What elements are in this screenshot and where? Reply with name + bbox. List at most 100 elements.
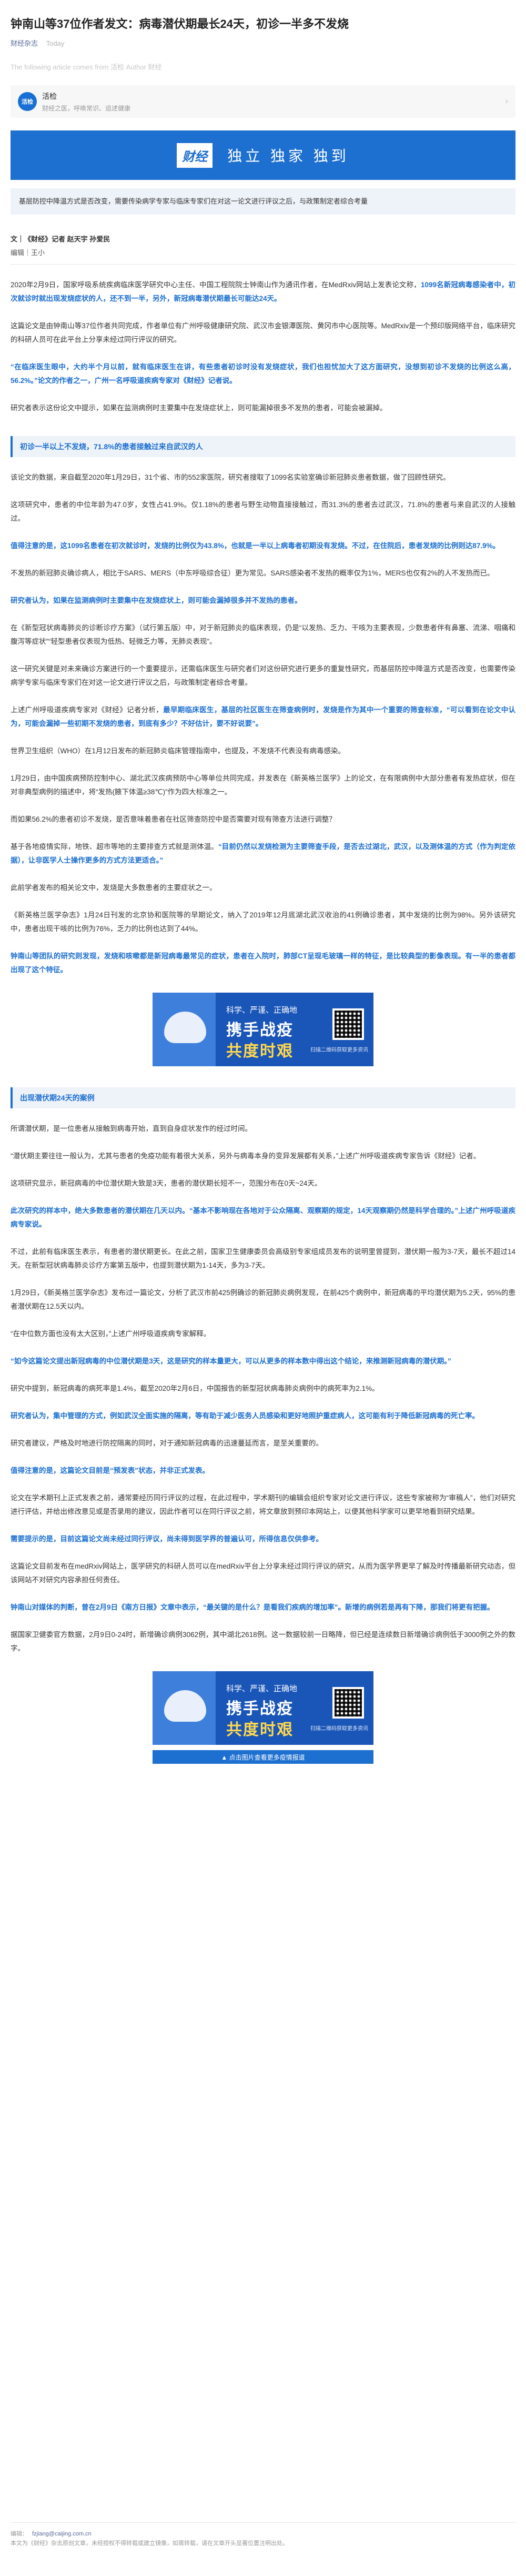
paragraph: 钟南山对媒体的判断，曾在2月9日《南方日报》文章中表示，“最关键的是什么？是看我… — [11, 1601, 515, 1614]
paragraph-highlight: 研究者认为，集中管理的方式，例如武汉全面实施的隔离，等有助于减少医务人员感染和更… — [11, 1412, 479, 1420]
account-card[interactable]: 活检 活检 财经之医，呼唤常识、追述健康 › — [11, 85, 515, 118]
paragraph: 据国家卫健委官方数据，2月9日0-24时，新增确诊病例3062例，其中湖北261… — [11, 1628, 515, 1655]
paragraph: 研究者表示这份论文中提示，如果在监测病例时主要集中在发烧症状上，则可能漏掉很多不… — [11, 401, 515, 415]
paragraph: 研究者建议，严格及时地进行防控隔离的同时，对于通知新冠病毒的迅速蔓延而言，是至关… — [11, 1437, 515, 1450]
paragraph-text: 2020年2月9日，国家呼吸系统疾病临床医学研究中心主任、中国工程院院士钟南山作… — [11, 281, 421, 289]
paragraph-highlight: 钟南山等团队的研究则发现，发烧和咳嗽都是新冠病毒最常见的症状，患者在入院时，肺部… — [11, 952, 515, 974]
paragraph-text: 研究者表示这份论文中提示，如果在监测病例时主要集中在发烧症状上，则可能漏掉很多不… — [11, 404, 387, 412]
paragraph-text: 基于各地疫情实际，地铁、超市等地的主要排查方式就是测体温。 — [11, 843, 218, 851]
paragraph: 此次研究的样本中，绝大多数患者的潜伏期在几天以内。“基本不影响现在各地对于公众隔… — [11, 1204, 515, 1231]
paragraph: “在中位数方面也没有太大区别，”上述广州呼吸道疾病专家解释。 — [11, 1327, 515, 1341]
paragraph-text: 《新英格兰医学杂志》1月24日刊发的北京协和医院等的早期论文，纳入了2019年1… — [11, 911, 515, 933]
paragraph-text: 不过，此前有临床医生表示，有患者的潜伏期更长。在此之前，国家卫生健康委员会高级别… — [11, 1248, 515, 1269]
paragraph: 需要提示的是，目前这篇论文尚未经过同行评议，尚未得到医学界的普遍认可，所得信息仅… — [11, 1532, 515, 1546]
paragraph: 《新英格兰医学杂志》1月24日刊发的北京协和医院等的早期论文，纳入了2019年1… — [11, 908, 515, 936]
ad-caption-link[interactable]: ▲ 点击图片查看更多疫情报道 — [153, 1750, 373, 1764]
paragraph-text: 这项研究显示，新冠病毒的中位潜伏期大致是3天，患者的潜伏期长短不一，范围分布在0… — [11, 1179, 322, 1187]
byline: 文｜《财经》记者 赵天宇 孙爱民 编辑｜王小 — [11, 233, 515, 260]
paragraph: 所谓潜伏期，是一位患者从接触到病毒开始，直到自身症状发作的经过时间。 — [11, 1122, 515, 1136]
paragraph-text: 而如果56.2%的患者初诊不发烧，是否意味着患者在社区筛查防控中是否需要对现有筛… — [11, 815, 336, 823]
paragraph-highlight: “在临床医生眼中，大约半个月以前，就有临床医生在讲，有些患者初诊时没有发烧症状，… — [11, 363, 515, 385]
promo-ad-1[interactable]: 科学、严谨、正确地 携手战疫 共度时艰 扫描二维码获取更多资讯 — [153, 993, 373, 1066]
byline-editor: 编辑｜王小 — [11, 249, 45, 257]
paragraph: 钟南山等团队的研究则发现，发烧和咳嗽都是新冠病毒最常见的症状，患者在入院时，肺部… — [11, 949, 515, 977]
paragraph-text: “潜伏期主要往往一般认为，尤其与患者的免疫功能有着很大关系，另外与病毒本身的变异… — [11, 1152, 481, 1160]
article-header: 钟南山等37位作者发文：病毒潜伏期最长24天，初诊一半多不发烧 财经杂志 Tod… — [0, 0, 526, 72]
publish-date: Today — [46, 39, 65, 47]
ad-line-1: 科学、严谨、正确地 — [226, 1006, 298, 1015]
paragraph: 这项研究中，患者的中位年龄为47.0岁，女性占41.9%。仅1.18%的患者与野… — [11, 498, 515, 526]
paragraph: 值得注意的是，这1099名患者在初次就诊时，发烧的比例仅为43.8%，也就是一半… — [11, 539, 515, 553]
section-heading-2: 出现潜伏期24天的案例 — [11, 1087, 515, 1108]
footer-email-link[interactable]: fzjiang@caijing.com.cn — [32, 2529, 92, 2539]
paragraph: 这篇论文目前发布在medRxiv网站上，医学研究的科研人员可以在medRxiv平… — [11, 1560, 515, 1587]
paragraph-text: 1月29日，由中国疾病预防控制中心、湖北武汉疾病预防中心等单位共同完成，并发表在… — [11, 774, 515, 796]
paragraph-highlight: 研究者认为，如果在监测病例时主要集中在发烧症状上，则可能会漏掉很多并不发热的患者… — [11, 597, 302, 604]
ad-line-3: 共度时艰 — [226, 1721, 294, 1739]
paragraph: 而如果56.2%的患者初诊不发烧，是否意味着患者在社区筛查防控中是否需要对现有筛… — [11, 813, 515, 826]
paragraph-text: 研究者建议，严格及时地进行防控隔离的同时，对于通知新冠病毒的迅速蔓延而言，是至关… — [11, 1439, 323, 1447]
paragraph: 值得注意的是，这篇论文目前是“预发表”状态，并非正式发表。 — [11, 1464, 515, 1478]
promo-ad-2[interactable]: 科学、严谨、正确地 携手战疫 共度时艰 扫描二维码获取更多资讯 — [153, 1671, 373, 1745]
footer-copyright: 本文为《财经》杂志原创文章，未经授权不得转载或建立镜像，如需转载，请在文章开头显… — [11, 2540, 288, 2547]
paragraph: 2020年2月9日，国家呼吸系统疾病临床医学研究中心主任、中国工程院院士钟南山作… — [11, 278, 515, 306]
paragraph-highlight: “如今这篇论文提出新冠病毒的中位潜伏期是3天，这是研究的样本量更大，可以从更多的… — [11, 1357, 451, 1365]
brand-logo: 财经 — [177, 143, 213, 168]
ad-line-2: 携手战疫 — [226, 1022, 294, 1039]
paragraph-text: 这篇论文是由钟南山等37位作者共同完成，作者单位有广州呼吸健康研究院、武汉市金银… — [11, 322, 515, 344]
account-info: 活检 财经之医，呼唤常识、追述健康 — [42, 91, 505, 113]
paragraph: 研究者认为，如果在监测病例时主要集中在发烧症状上，则可能会漏掉很多并不发热的患者… — [11, 594, 515, 608]
paragraph: 世界卫生组织（WHO）在1月12日发布的新冠肺炎临床管理指南中，也提及，不发烧不… — [11, 744, 515, 758]
paragraph: 这篇论文是由钟南山等37位作者共同完成，作者单位有广州呼吸健康研究院、武汉市金银… — [11, 319, 515, 347]
paragraph-text: 不发热的新冠肺炎确诊病人，相比于SARS、MERS（中东呼吸综合征）更为常见。S… — [11, 569, 494, 577]
paragraph: 在《新型冠状病毒肺炎的诊断诊疗方案》（试行第五版）中，对于新冠肺炎的临床表现，仍… — [11, 621, 515, 649]
paragraph-highlight: 需要提示的是，目前这篇论文尚未经过同行评议，尚未得到医学界的普遍认可，所得信息仅… — [11, 1535, 323, 1543]
ad-line-3: 共度时艰 — [226, 1043, 294, 1060]
paragraph-block-2: 该论文的数据，来自截至2020年1月29日，31个省、市的552家医院，研究者搜… — [0, 471, 526, 977]
paragraph: “在临床医生眼中，大约半个月以前，就有临床医生在讲，有些患者初诊时没有发烧症状，… — [11, 360, 515, 388]
paragraph-text: 这篇论文目前发布在medRxiv网站上，医学研究的科研人员可以在medRxiv平… — [11, 1562, 515, 1584]
paragraph-text: 1月29日，《新英格兰医学杂志》发布过一篇论文，分析了武汉市前425例确诊的新冠… — [11, 1289, 515, 1310]
paragraph-text: “在中位数方面也没有太大区别，”上述广州呼吸道疾病专家解释。 — [11, 1330, 211, 1338]
footer-editor-row: 编辑： fzjiang@caijing.com.cn — [11, 2529, 515, 2539]
paragraph-text: 这一研究关键是对未来确诊方案进行的一个重要提示，还需临床医生与研究者们对这份研究… — [11, 665, 515, 686]
paragraph-text: 这项研究中，患者的中位年龄为47.0岁，女性占41.9%。仅1.18%的患者与野… — [11, 501, 515, 522]
paragraph-text: 世界卫生组织（WHO）在1月12日发布的新冠肺炎临床管理指南中，也提及，不发烧不… — [11, 747, 346, 755]
paragraph-text: 此前学者发布的相关论文中，发烧是大多数患者的主要症状之一。 — [11, 884, 217, 892]
paragraph: 1月29日，《新英格兰医学杂志》发布过一篇论文，分析了武汉市前425例确诊的新冠… — [11, 1286, 515, 1314]
paragraph: 1月29日，由中国疾病预防控制中心、湖北武汉疾病预防中心等单位共同完成，并发表在… — [11, 772, 515, 799]
paragraph: 不发热的新冠肺炎确诊病人，相比于SARS、MERS（中东呼吸综合征）更为常见。S… — [11, 567, 515, 580]
ad-line-2: 携手战疫 — [226, 1700, 294, 1718]
source-note: The following article comes from 活检 Auth… — [11, 63, 162, 71]
article-meta: 财经杂志 Today — [11, 38, 515, 48]
footer-editor-label: 编辑： — [11, 2531, 28, 2537]
chevron-right-icon: › — [505, 97, 508, 106]
ad-line-1: 科学、严谨、正确地 — [226, 1684, 298, 1693]
paragraph: 基于各地疫情实际，地铁、超市等地的主要排查方式就是测体温。“目前仍然以发烧检测为… — [11, 840, 515, 867]
paragraph-text: 研究中提到，新冠病毒的病死率是1.4%，截至2020年2月6日，中国报告的新型冠… — [11, 1385, 379, 1392]
article-page: 钟南山等37位作者发文：病毒潜伏期最长24天，初诊一半多不发烧 财经杂志 Tod… — [0, 0, 526, 2576]
section-heading-1: 初诊一半以上不发烧，71.8%的患者接触过来自武汉的人 — [11, 436, 515, 457]
account-avatar: 活检 — [18, 92, 37, 111]
qr-code-icon — [332, 1687, 364, 1719]
paragraph: 上述广州呼吸道疾病专家对《财经》记者分析，最早期临床医生，基层的社区医生在筛查病… — [11, 703, 515, 731]
paragraph-text: 论文在学术期刊上正式发表之前，通常要经历同行评议的过程，在此过程中，学术期刊的编… — [11, 1494, 515, 1516]
divider — [11, 264, 515, 265]
paragraph-highlight: 此次研究的样本中，绝大多数患者的潜伏期在几天以内。“基本不影响现在各地对于公众隔… — [11, 1207, 515, 1228]
paragraph-text: 上述广州呼吸道疾病专家对《财经》记者分析， — [11, 706, 164, 714]
brand-slogan: 独立 独家 独到 — [227, 148, 349, 164]
ad-qr-caption: 扫描二维码获取更多资讯 — [310, 1726, 368, 1732]
paragraph: 此前学者发布的相关论文中，发烧是大多数患者的主要症状之一。 — [11, 881, 515, 895]
account-link[interactable]: 财经杂志 — [11, 39, 38, 47]
paragraph: 论文在学术期刊上正式发表之前，通常要经历同行评议的过程，在此过程中，学术期刊的编… — [11, 1491, 515, 1519]
paragraph-highlight: 值得注意的是，这1099名患者在初次就诊时，发烧的比例仅为43.8%，也就是一半… — [11, 542, 500, 550]
paragraph: 研究中提到，新冠病毒的病死率是1.4%，截至2020年2月6日，中国报告的新型冠… — [11, 1382, 515, 1396]
lead-summary: 基层防控中降温方式是否改变，需要传染病学专家与临床专家们在对这一论文进行评议之后… — [11, 188, 515, 215]
article-footer: 编辑： fzjiang@caijing.com.cn 本文为《财经》杂志原创文章… — [11, 2522, 515, 2548]
paragraph: 不过，此前有临床医生表示，有患者的潜伏期更长。在此之前，国家卫生健康委员会高级别… — [11, 1245, 515, 1272]
paragraph-text: 所谓潜伏期，是一位患者从接触到病毒开始，直到自身症状发作的经过时间。 — [11, 1125, 252, 1133]
paragraph: 研究者认为，集中管理的方式，例如武汉全面实施的隔离，等有助于减少医务人员感染和更… — [11, 1409, 515, 1423]
account-desc: 财经之医，呼唤常识、追述健康 — [42, 104, 131, 112]
account-name: 活检 — [42, 92, 57, 100]
paragraph-text: 在《新型冠状病毒肺炎的诊断诊疗方案》（试行第五版）中，对于新冠肺炎的临床表现，仍… — [11, 624, 515, 645]
